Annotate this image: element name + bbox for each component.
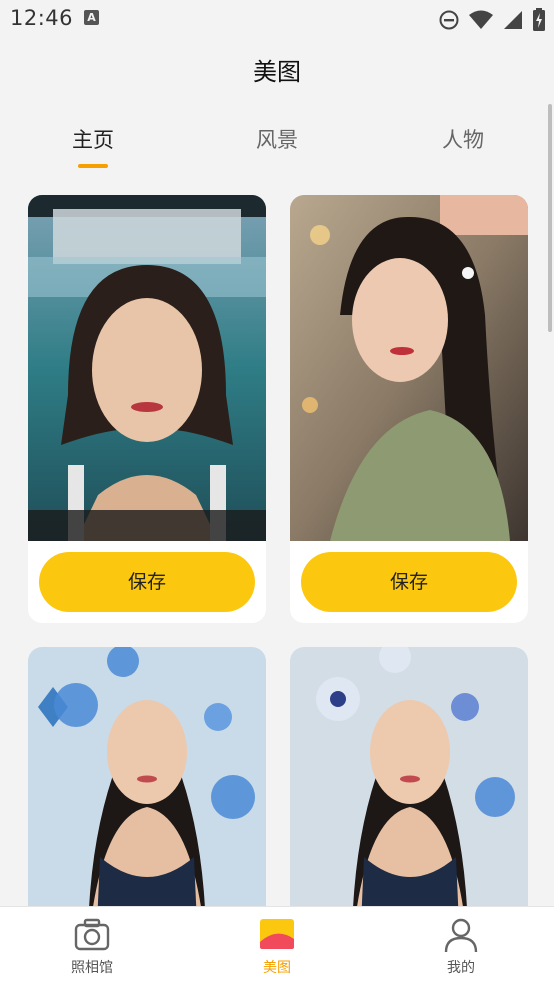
photo-card: 保存 xyxy=(290,195,528,623)
scrollbar[interactable] xyxy=(548,104,552,332)
photo-grid: 保存 保存 xyxy=(28,195,528,906)
photo-image[interactable] xyxy=(28,647,266,906)
tab-home[interactable]: 主页 xyxy=(48,124,138,154)
nav-label: 美图 xyxy=(263,960,291,976)
camera-icon xyxy=(74,918,110,951)
tab-people[interactable]: 人物 xyxy=(418,124,508,154)
nav-item-studio[interactable]: 照相馆 xyxy=(32,907,152,985)
bottom-navigation: 照相馆 美图 我的 xyxy=(0,906,554,985)
photo-image[interactable] xyxy=(290,195,528,541)
photo-image[interactable] xyxy=(290,647,528,906)
battery-icon xyxy=(533,8,545,31)
profile-icon xyxy=(444,918,478,953)
status-bar: 12:46 A xyxy=(0,0,554,38)
save-button[interactable]: 保存 xyxy=(301,552,517,612)
active-tab-indicator xyxy=(78,164,108,168)
photo-image[interactable] xyxy=(28,195,266,541)
photo-card: 保存 xyxy=(28,195,266,623)
page-title: 美图 xyxy=(253,58,301,86)
nav-item-gallery[interactable]: 美图 xyxy=(217,907,337,985)
signal-icon xyxy=(504,11,522,29)
nav-item-profile[interactable]: 我的 xyxy=(401,907,521,985)
photo-card xyxy=(290,647,528,906)
photo-card xyxy=(28,647,266,906)
nav-label: 我的 xyxy=(447,960,475,976)
save-button[interactable]: 保存 xyxy=(39,552,255,612)
status-time: 12:46 xyxy=(10,6,74,30)
tab-scenery[interactable]: 风景 xyxy=(232,124,322,154)
nav-label: 照相馆 xyxy=(71,960,113,976)
wifi-icon xyxy=(469,10,493,29)
do-not-disturb-icon xyxy=(439,10,459,30)
notification-badge-icon: A xyxy=(84,10,99,25)
gallery-icon xyxy=(260,919,294,949)
